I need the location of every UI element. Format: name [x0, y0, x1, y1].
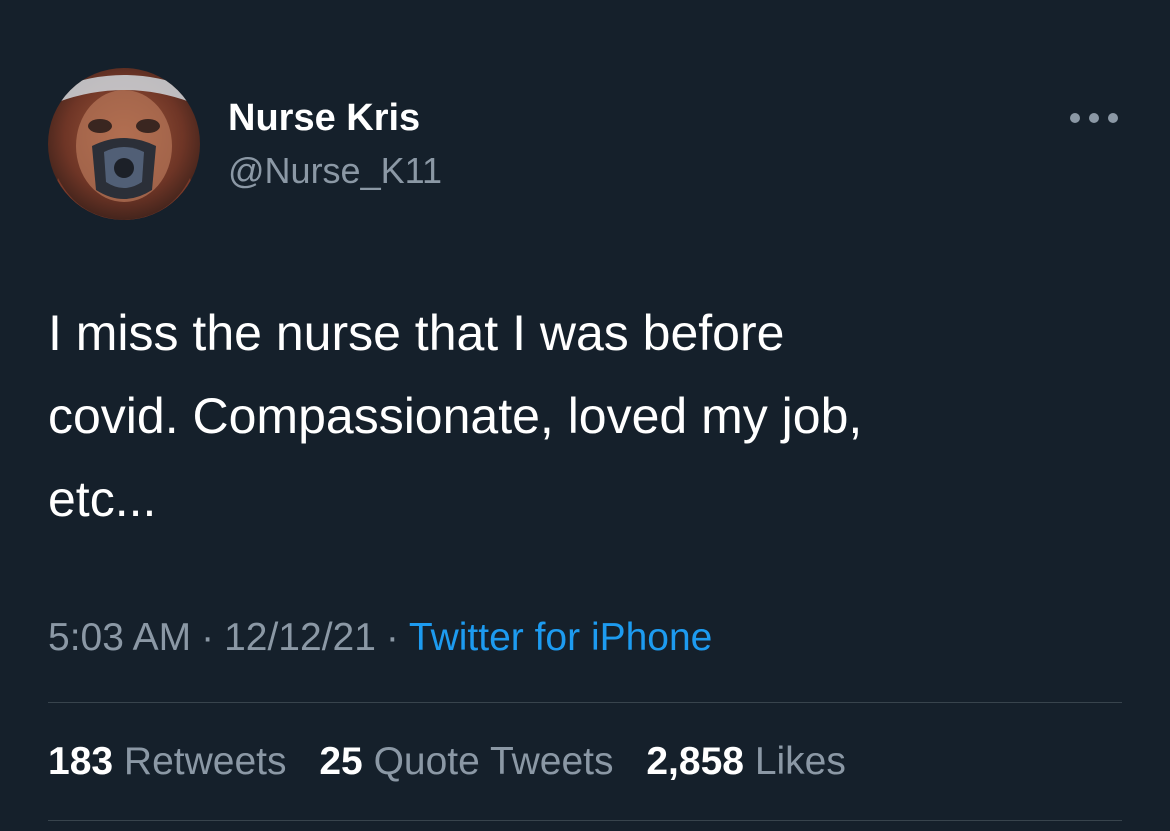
ellipsis-icon — [1089, 113, 1099, 123]
more-options-button[interactable] — [1066, 100, 1122, 136]
ellipsis-icon — [1108, 113, 1118, 123]
meta-separator: · — [385, 616, 399, 659]
tweet-meta: 5:03 AM · 12/12/21 · Twitter for iPhone — [48, 614, 712, 662]
avatar-photo-icon — [48, 68, 200, 220]
quote-tweets-label: Quote Tweets — [373, 740, 614, 783]
retweets-stat[interactable]: 183 Retweets — [48, 740, 287, 783]
likes-count: 2,858 — [646, 740, 744, 783]
engagement-stats: 183 Retweets 25 Quote Tweets 2,858 Likes — [48, 738, 868, 786]
author-handle[interactable]: @Nurse_K11 — [228, 150, 442, 192]
retweets-count: 183 — [48, 740, 114, 783]
divider — [48, 702, 1122, 703]
tweet-text: I miss the nurse that I was before covid… — [48, 305, 863, 527]
quote-tweets-count: 25 — [319, 740, 363, 783]
tweet-source-link[interactable]: Twitter for iPhone — [409, 616, 712, 659]
retweets-label: Retweets — [123, 740, 287, 783]
avatar[interactable] — [48, 68, 200, 220]
divider — [48, 820, 1122, 821]
likes-label: Likes — [754, 740, 846, 783]
quote-tweets-stat[interactable]: 25 Quote Tweets — [319, 740, 613, 783]
ellipsis-icon — [1070, 113, 1080, 123]
tweet-date[interactable]: 12/12/21 — [224, 616, 376, 659]
meta-separator: · — [201, 616, 215, 659]
likes-stat[interactable]: 2,858 Likes — [646, 740, 846, 783]
tweet-time[interactable]: 5:03 AM — [48, 616, 191, 659]
author-display-name[interactable]: Nurse Kris — [228, 96, 420, 140]
